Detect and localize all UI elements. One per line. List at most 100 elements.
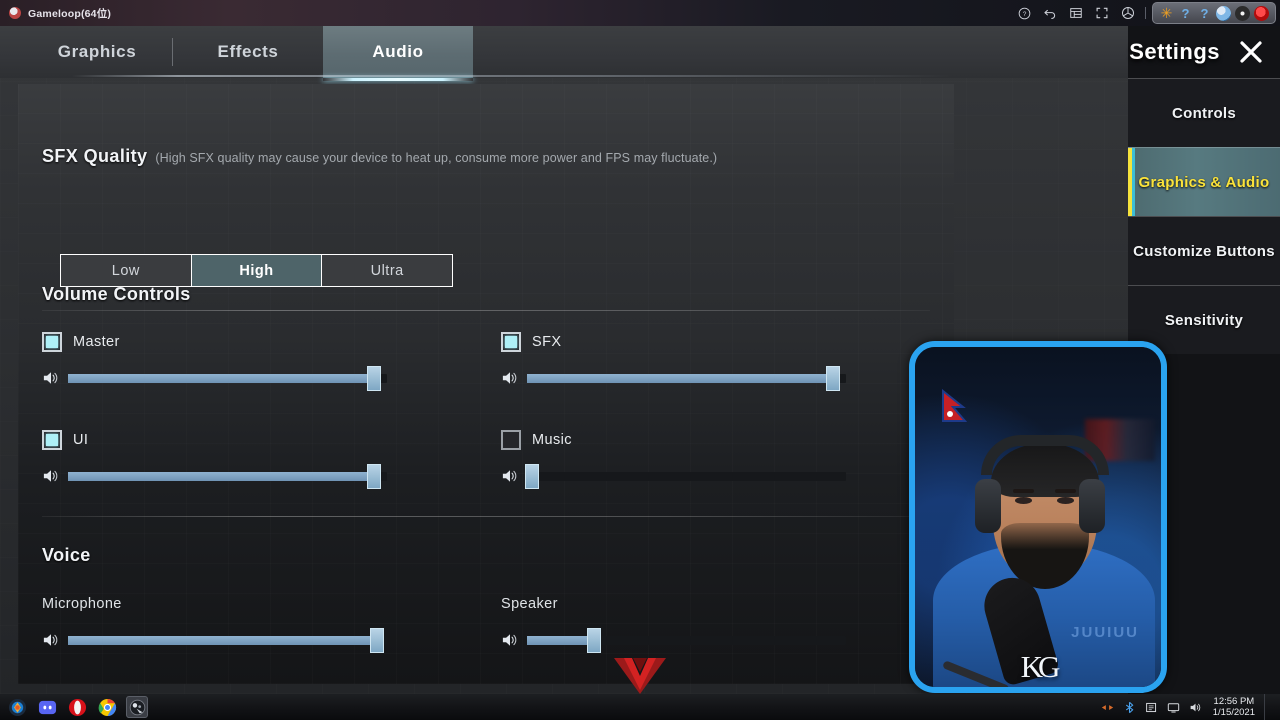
display-icon[interactable] [1167,701,1180,714]
speaker-icon [502,470,517,482]
back-icon[interactable] [1037,0,1063,26]
music-slider-handle[interactable] [524,463,539,489]
nepal-flag-icon [942,389,968,422]
start-icon[interactable] [6,696,28,718]
ui-slider-track[interactable] [68,463,387,489]
globe-icon[interactable] [1216,5,1231,21]
sfx-checkbox[interactable] [501,332,521,352]
chevron-decoration-icon [614,658,666,694]
bluetooth-icon[interactable] [1123,701,1136,714]
microphone-slider-handle[interactable] [370,627,385,653]
music-slider-track[interactable] [524,463,846,489]
gameloop-icon[interactable] [126,696,148,718]
volume-row-music: Music [501,430,846,489]
keyboard-mapping-icon[interactable] [1063,0,1089,26]
microphone-slider-track[interactable] [68,627,387,653]
volume-row-header: UI [42,430,387,450]
settings-title: Settings [1129,39,1220,64]
volume-row-sfx: SFX [501,332,846,391]
speaker-icon [43,372,58,384]
chrome-icon[interactable] [96,696,118,718]
tab-graphics[interactable]: Graphics [22,26,172,78]
sfx-slider-track[interactable] [527,365,846,391]
master-slider-fill [68,373,375,383]
option-label: Ultra [370,262,404,279]
voice-row-microphone: Microphone [42,596,387,653]
emulator-title-bar: Gameloop(64位) ? ✳ ? ? [0,0,1280,26]
discord-icon[interactable] [36,696,58,718]
floating-toolbar[interactable]: ✳ ? ? [1152,2,1276,24]
fullscreen-icon[interactable] [1089,0,1115,26]
master-slider-track[interactable] [68,365,387,391]
webcam-overlay: JUUIUU KG [909,341,1167,693]
headphone-cup-right-icon [1079,479,1105,533]
ui-checkbox[interactable] [42,430,62,450]
ui-label: UI [73,432,89,448]
webcam-eye-right [1057,497,1074,504]
sidebar-item-graphics-and-audio[interactable]: Graphics & Audio [1128,147,1280,216]
system-tray: 12:56 PM 1/15/2021 [1101,694,1280,720]
ui-slider-handle[interactable] [367,463,382,489]
divider [42,310,930,311]
volume-row-ui: UI [42,430,387,489]
sfx-label: SFX [532,334,562,350]
question-icon[interactable]: ? [1178,6,1193,21]
svg-text:?: ? [1022,11,1026,18]
tab-strip-underline [72,75,952,77]
settings-header: Settings [956,26,1280,78]
speaker-slider-handle[interactable] [586,627,601,653]
question-icon[interactable]: ? [1197,6,1212,21]
master-slider-row[interactable] [42,365,387,391]
sidebar-item-label: Customize Buttons [1133,242,1275,260]
volume-row-header: Music [501,430,846,450]
tab-effects[interactable]: Effects [173,26,323,78]
sidebar-item-controls[interactable]: Controls [1128,78,1280,147]
headphone-band-icon [981,435,1109,475]
tab-label: Audio [372,42,424,61]
music-checkbox[interactable] [501,430,521,450]
music-slider-row[interactable] [501,463,846,489]
speaker-icon [502,634,517,646]
sidebar-item-customize-buttons[interactable]: Customize Buttons [1128,216,1280,285]
volume-row-header: SFX [501,332,846,352]
obs-icon[interactable] [1235,5,1250,21]
headphone-cup-left-icon [975,479,1001,533]
master-checkbox[interactable] [42,332,62,352]
help-icon[interactable]: ? [1011,0,1037,26]
star-icon[interactable]: ✳ [1159,5,1174,21]
speaker-icon [502,372,517,384]
speaker-slider-row[interactable] [501,627,846,653]
sfx-slider-row[interactable] [501,365,846,391]
sfx-quality-option-high[interactable]: High [191,255,323,286]
speaker-slider-fill [527,635,594,645]
microphone-slider-fill [68,635,378,645]
sfx-quality-heading: SFX Quality (High SFX quality may cause … [42,146,717,167]
volume-icon[interactable] [1189,701,1202,714]
volume-controls-title: Volume Controls [42,284,191,304]
sfx-slider-handle[interactable] [826,365,841,391]
sfx-quality-option-low[interactable]: Low [61,255,192,286]
sfx-quality-segmented-control[interactable]: Low High Ultra [60,254,453,287]
network-icon[interactable] [1101,701,1114,714]
settings-nav-list: Controls Graphics & Audio Customize Butt… [1128,78,1280,354]
master-label: Master [73,334,120,350]
speaker-slider-track[interactable] [527,627,846,653]
speaker-label: Speaker [501,596,558,612]
opera-icon[interactable] [66,696,88,718]
show-desktop-button[interactable] [1264,694,1273,720]
microphone-slider-row[interactable] [42,627,387,653]
close-icon[interactable] [1236,37,1266,67]
sfx-quality-option-ultra[interactable]: Ultra [322,255,452,286]
ui-slider-row[interactable] [42,463,387,489]
multi-instance-icon[interactable] [1115,0,1141,26]
taskbar-clock[interactable]: 12:56 PM 1/15/2021 [1211,696,1255,718]
shirt-text: JUUIUU [1071,624,1139,641]
tab-audio[interactable]: Audio [323,26,473,81]
window-title: Gameloop(64位) [28,7,112,20]
tab-label: Graphics [57,42,137,61]
app-icon[interactable] [1145,701,1158,714]
sidebar-item-label: Graphics & Audio [1138,173,1270,191]
master-slider-handle[interactable] [367,365,382,391]
sidebar-item-label: Sensitivity [1164,311,1244,329]
opera-icon[interactable] [1254,5,1269,21]
